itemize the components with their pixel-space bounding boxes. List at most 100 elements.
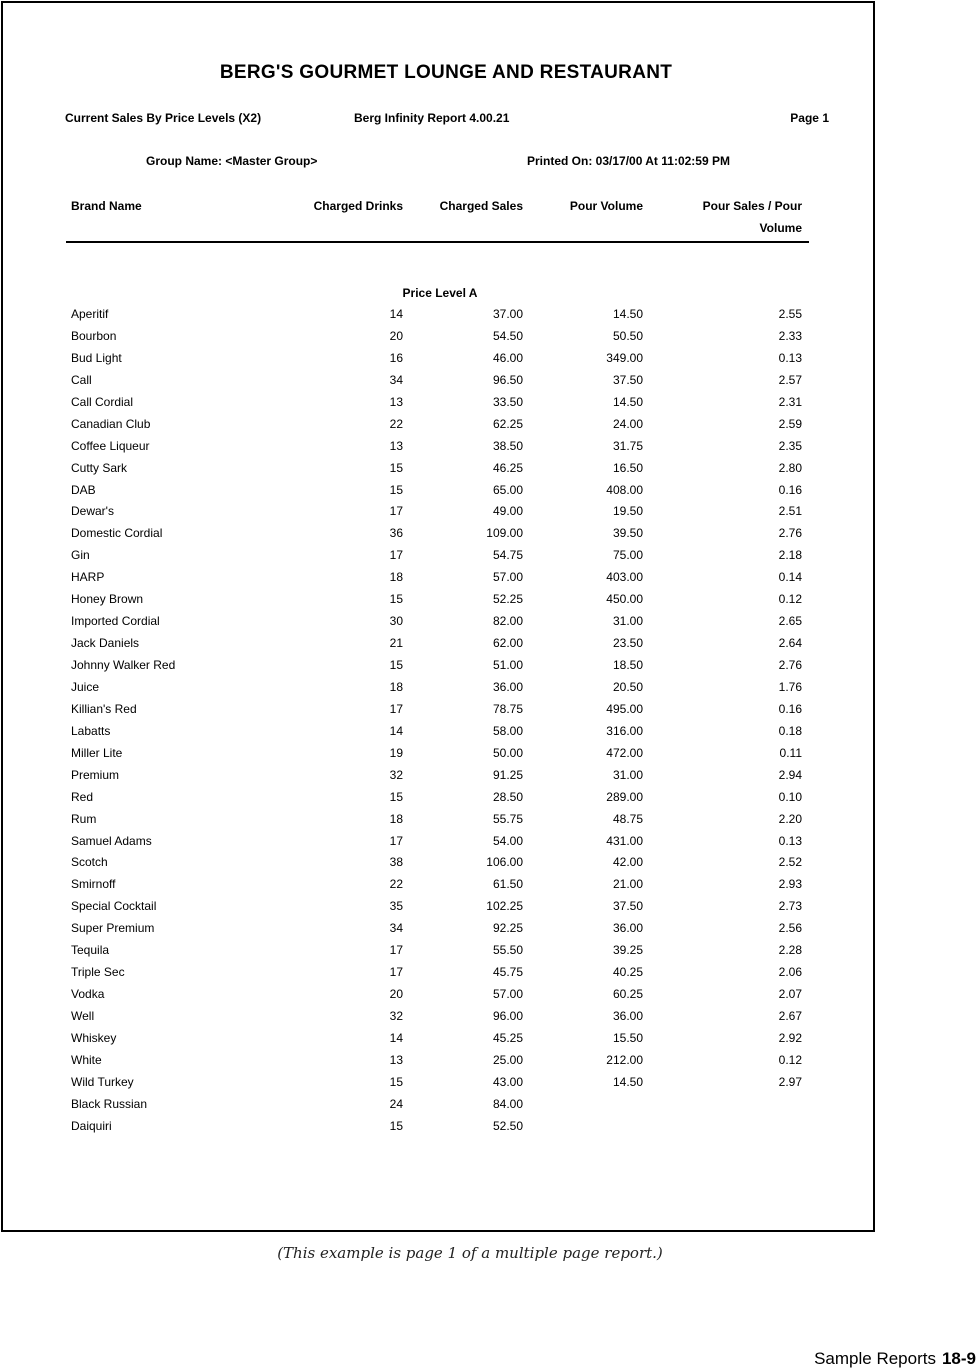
cell-pour-volume: 14.50 bbox=[612, 394, 643, 409]
table-row: Tequila 17 55.50 39.25 2.28 bbox=[0, 943, 870, 965]
col-pour-ratio-line2: Volume bbox=[759, 221, 802, 235]
cell-charged-drinks: 15 bbox=[389, 482, 403, 497]
cell-charged-drinks: 17 bbox=[389, 943, 403, 958]
table-row: Vodka 20 57.00 60.25 2.07 bbox=[0, 987, 870, 1009]
table-row: Wild Turkey 15 43.00 14.50 2.97 bbox=[0, 1075, 870, 1097]
cell-pour-volume: 24.00 bbox=[612, 416, 643, 431]
col-pour-ratio: Pour Sales / Pour bbox=[702, 199, 802, 213]
cell-charged-sales: 57.00 bbox=[492, 987, 523, 1002]
cell-brand-name: Red bbox=[71, 789, 94, 804]
cell-brand-name: Jack Daniels bbox=[71, 636, 140, 651]
cell-brand-name: Well bbox=[71, 1009, 95, 1023]
cell-charged-drinks: 24 bbox=[389, 1096, 403, 1111]
cell-pour-ratio: 2.35 bbox=[778, 438, 802, 453]
cell-pour-ratio: 2.28 bbox=[778, 943, 802, 958]
cell-charged-sales: 96.50 bbox=[492, 372, 523, 387]
header-rule bbox=[66, 241, 809, 243]
cell-charged-sales: 55.50 bbox=[492, 943, 523, 958]
cell-charged-sales: 78.75 bbox=[492, 701, 523, 716]
cell-pour-volume: 16.50 bbox=[612, 460, 643, 475]
cell-charged-drinks: 15 bbox=[389, 658, 403, 672]
cell-charged-drinks: 17 bbox=[389, 701, 403, 716]
cell-brand-name: Aperitif bbox=[71, 307, 109, 321]
cell-pour-volume: 42.00 bbox=[612, 855, 643, 870]
cell-pour-ratio: 2.92 bbox=[778, 1030, 802, 1045]
cell-brand-name: Daiquiri bbox=[71, 1118, 112, 1133]
table-row: Bud Light 16 46.00 349.00 0.13 bbox=[0, 351, 870, 373]
cell-pour-ratio: 2.67 bbox=[778, 1009, 802, 1023]
cell-charged-sales: 33.50 bbox=[492, 394, 523, 409]
cell-charged-sales: 61.50 bbox=[492, 877, 523, 892]
cell-charged-sales: 54.00 bbox=[492, 833, 523, 848]
cell-pour-ratio: 2.52 bbox=[778, 855, 802, 870]
cell-charged-sales: 82.00 bbox=[492, 614, 523, 629]
table-row: Honey Brown 15 52.25 450.00 0.12 bbox=[0, 592, 870, 614]
cell-brand-name: DAB bbox=[71, 482, 96, 497]
cell-charged-sales: 50.00 bbox=[492, 745, 523, 760]
cell-pour-ratio: 2.94 bbox=[778, 767, 802, 782]
table-row: Whiskey 14 45.25 15.50 2.92 bbox=[0, 1031, 870, 1053]
printed-on: Printed On: 03/17/00 At 11:02:59 PM bbox=[527, 154, 730, 168]
cell-pour-ratio: 2.06 bbox=[778, 965, 802, 980]
cell-pour-ratio: 0.12 bbox=[778, 1052, 802, 1067]
cell-brand-name: Coffee Liqueur bbox=[71, 438, 150, 453]
cell-pour-volume: 15.50 bbox=[612, 1030, 643, 1045]
table-row: Special Cocktail 35 102.25 37.50 2.73 bbox=[0, 899, 870, 921]
cell-pour-volume: 37.50 bbox=[612, 372, 643, 387]
cell-brand-name: Cutty Sark bbox=[71, 460, 128, 475]
cell-pour-ratio: 2.65 bbox=[778, 614, 802, 629]
cell-pour-volume: 19.50 bbox=[612, 504, 643, 519]
cell-charged-sales: 45.75 bbox=[492, 965, 523, 980]
table-row: Cutty Sark 15 46.25 16.50 2.80 bbox=[0, 461, 870, 483]
cell-pour-volume: 14.50 bbox=[612, 307, 643, 321]
cell-charged-sales: 102.25 bbox=[486, 899, 523, 914]
cell-pour-volume: 39.25 bbox=[612, 943, 643, 958]
cell-pour-ratio: 0.14 bbox=[778, 570, 802, 585]
cell-charged-sales: 52.50 bbox=[492, 1118, 523, 1133]
cell-brand-name: Scotch bbox=[71, 855, 108, 870]
cell-charged-drinks: 15 bbox=[389, 789, 403, 804]
table-row: Call 34 96.50 37.50 2.57 bbox=[0, 373, 870, 395]
cell-charged-drinks: 14 bbox=[389, 307, 403, 321]
cell-charged-sales: 37.00 bbox=[492, 307, 523, 321]
cell-charged-drinks: 20 bbox=[389, 328, 403, 343]
cell-pour-ratio: 2.97 bbox=[778, 1074, 802, 1089]
cell-pour-volume: 31.00 bbox=[612, 767, 643, 782]
cell-charged-drinks: 32 bbox=[389, 1009, 403, 1023]
cell-pour-ratio: 2.56 bbox=[778, 921, 802, 936]
cell-pour-ratio: 2.55 bbox=[778, 307, 802, 321]
cell-charged-drinks: 17 bbox=[389, 833, 403, 848]
cell-pour-ratio: 2.51 bbox=[778, 504, 802, 519]
cell-brand-name: Call bbox=[71, 372, 92, 387]
cell-charged-sales: 109.00 bbox=[486, 526, 523, 541]
cell-pour-ratio: 0.12 bbox=[778, 592, 802, 607]
cell-brand-name: Killian's Red bbox=[71, 701, 137, 716]
cell-pour-volume: 316.00 bbox=[606, 723, 643, 738]
cell-brand-name: Bud Light bbox=[71, 350, 122, 365]
cell-charged-drinks: 15 bbox=[389, 460, 403, 475]
table-row: Dewar's 17 49.00 19.50 2.51 bbox=[0, 504, 870, 526]
table-row: Black Russian 24 84.00 bbox=[0, 1097, 870, 1119]
cell-brand-name: White bbox=[71, 1052, 102, 1067]
table-row: Red 15 28.50 289.00 0.10 bbox=[0, 790, 870, 812]
cell-brand-name: Bourbon bbox=[71, 328, 117, 343]
cell-brand-name: Vodka bbox=[71, 987, 105, 1002]
cell-charged-sales: 46.25 bbox=[492, 460, 523, 475]
cell-brand-name: Dewar's bbox=[71, 504, 114, 519]
cell-charged-sales: 43.00 bbox=[492, 1074, 523, 1089]
cell-pour-ratio: 2.80 bbox=[778, 460, 802, 475]
col-brand-name: Brand Name bbox=[71, 199, 142, 213]
cell-pour-volume: 40.25 bbox=[612, 965, 643, 980]
cell-pour-ratio: 2.18 bbox=[778, 548, 802, 563]
software-version: Berg Infinity Report 4.00.21 bbox=[354, 111, 510, 125]
cell-charged-sales: 92.25 bbox=[492, 921, 523, 936]
table-row: Smirnoff 22 61.50 21.00 2.93 bbox=[0, 877, 870, 899]
cell-charged-drinks: 15 bbox=[389, 592, 403, 607]
cell-pour-ratio: 0.18 bbox=[778, 723, 802, 738]
cell-charged-drinks: 22 bbox=[389, 416, 403, 431]
cell-pour-volume: 450.00 bbox=[606, 592, 643, 607]
cell-pour-ratio: 0.16 bbox=[778, 482, 802, 497]
cell-brand-name: Call Cordial bbox=[71, 394, 134, 409]
cell-charged-drinks: 18 bbox=[389, 679, 403, 694]
cell-charged-drinks: 13 bbox=[389, 438, 403, 453]
